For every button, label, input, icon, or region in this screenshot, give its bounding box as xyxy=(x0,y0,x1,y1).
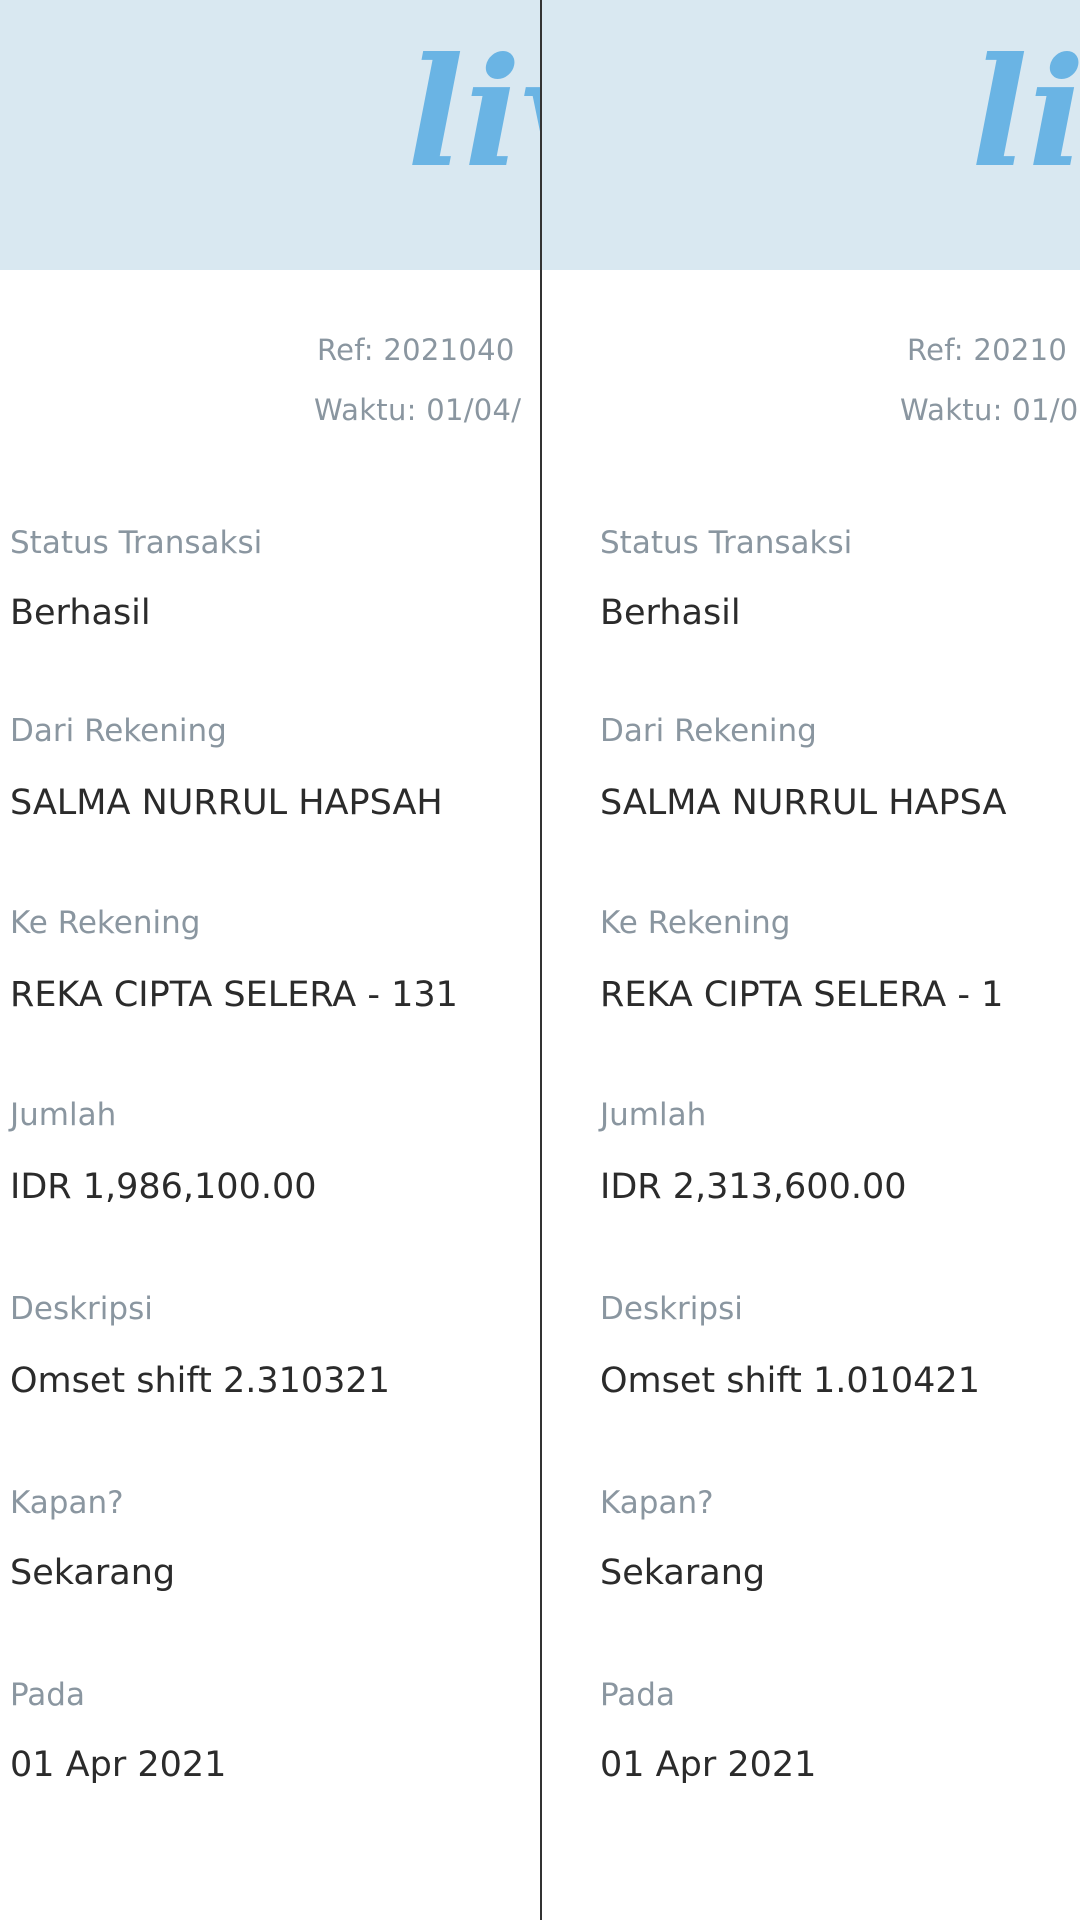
field-label: Dari Rekening xyxy=(10,713,227,749)
field-value: IDR 1,986,100.00 xyxy=(10,1167,317,1207)
brand-logo: live xyxy=(407,25,540,201)
field-value: Sekarang xyxy=(600,1553,766,1593)
field-label: Dari Rekening xyxy=(600,713,817,749)
header-banner: live xyxy=(542,0,1080,270)
brand-logo: live xyxy=(971,25,1080,201)
transaction-time: Waktu: 01/04/ xyxy=(314,393,522,427)
field-label: Deskripsi xyxy=(600,1291,743,1327)
field-label: Deskripsi xyxy=(10,1291,153,1327)
field-label: Pada xyxy=(10,1677,85,1713)
field-label: Ke Rekening xyxy=(600,905,791,941)
field-value: IDR 2,313,600.00 xyxy=(600,1167,907,1207)
header-banner: live xyxy=(0,0,540,270)
transaction-time: Waktu: 01/0 xyxy=(900,393,1079,427)
field-value: Berhasil xyxy=(600,593,741,633)
field-label: Status Transaksi xyxy=(10,525,263,561)
field-value: Omset shift 2.310321 xyxy=(10,1361,390,1401)
field-label: Kapan? xyxy=(10,1485,124,1521)
svg-text:live: live xyxy=(971,25,1080,201)
receipt-panel-right: live Ref: 20210 Waktu: 01/0 Status Trans… xyxy=(542,0,1080,1920)
field-value: 01 Apr 2021 xyxy=(600,1745,817,1785)
field-label: Status Transaksi xyxy=(600,525,853,561)
field-label: Kapan? xyxy=(600,1485,714,1521)
field-label: Pada xyxy=(600,1677,675,1713)
field-label: Jumlah xyxy=(10,1097,117,1133)
reference-number: Ref: 20210 xyxy=(907,333,1068,367)
field-value: 01 Apr 2021 xyxy=(10,1745,227,1785)
field-value: REKA CIPTA SELERA - 131 xyxy=(10,975,458,1015)
field-value: REKA CIPTA SELERA - 1 xyxy=(600,975,1004,1015)
field-value: SALMA NURRUL HAPSA xyxy=(600,783,1007,823)
field-label: Jumlah xyxy=(600,1097,707,1133)
field-label: Ke Rekening xyxy=(10,905,201,941)
reference-number: Ref: 2021040 xyxy=(317,333,515,367)
field-value: SALMA NURRUL HAPSAH xyxy=(10,783,443,823)
receipt-panel-left: live Ref: 2021040 Waktu: 01/04/ Status T… xyxy=(0,0,540,1920)
field-value: Berhasil xyxy=(10,593,151,633)
field-value: Omset shift 1.010421 xyxy=(600,1361,980,1401)
field-value: Sekarang xyxy=(10,1553,176,1593)
svg-text:live: live xyxy=(407,25,540,201)
